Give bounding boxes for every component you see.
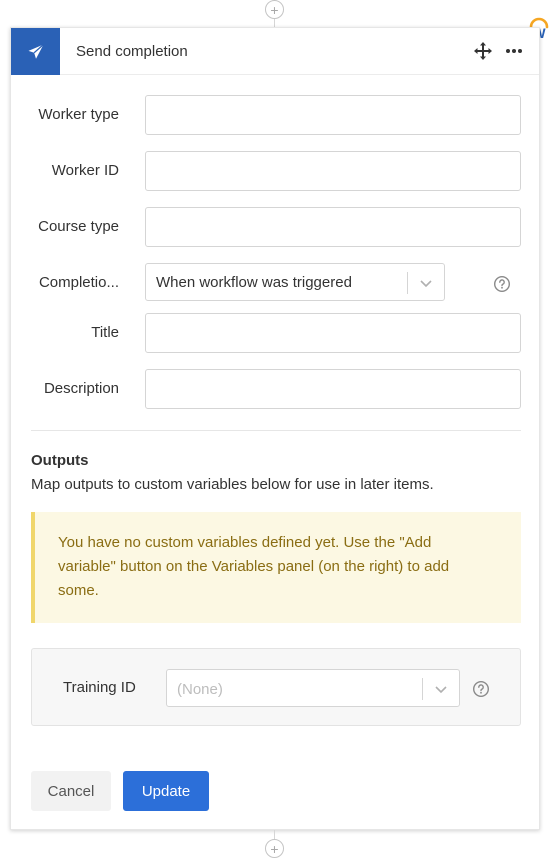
training-id-select[interactable]: (None) [166,669,460,707]
course-type-input[interactable] [145,207,521,247]
plus-icon: + [270,1,279,18]
worker-id-input[interactable] [145,151,521,191]
course-type-label: Course type [38,218,119,235]
no-variables-warning: You have no custom variables defined yet… [31,512,521,623]
completion-select-value: When workflow was triggered [156,274,352,291]
move-icon[interactable] [473,41,493,61]
update-button[interactable]: Update [123,771,209,811]
worker-type-input[interactable] [145,95,521,135]
chevron-down-icon[interactable] [418,275,434,291]
chevron-down-icon[interactable] [433,681,449,697]
question-circle-icon[interactable] [493,275,511,293]
worker-id-label: Worker ID [51,162,119,179]
training-id-label: Training ID [63,679,136,696]
completion-select[interactable]: When workflow was triggered [145,263,445,301]
training-id-placeholder: (None) [177,681,223,698]
step-card: Send completion Worker type Worker ID Co… [10,27,540,830]
title-input[interactable] [145,313,521,353]
outputs-heading: Outputs [31,452,89,469]
select-divider [407,272,408,294]
add-step-button-bottom[interactable]: + [265,839,284,858]
step-title: Send completion [76,43,188,60]
plus-icon: + [270,840,279,857]
select-divider [422,678,423,700]
add-step-button-top[interactable]: + [265,0,284,19]
output-mapping-panel: Training ID (None) [31,648,521,726]
description-input[interactable] [145,369,521,409]
warning-text: You have no custom variables defined yet… [58,534,450,599]
step-type-badge [11,28,60,75]
step-header: Send completion [11,28,539,75]
outputs-description: Map outputs to custom variables below fo… [31,476,434,493]
section-divider [31,430,521,431]
paper-plane-icon [28,43,44,59]
more-icon[interactable] [503,41,525,61]
completion-label: Completio... [38,274,119,291]
question-circle-icon[interactable] [472,680,490,698]
cancel-button[interactable]: Cancel [31,771,111,811]
title-label: Title [91,324,119,341]
description-label: Description [43,380,119,397]
worker-type-label: Worker type [38,106,119,123]
